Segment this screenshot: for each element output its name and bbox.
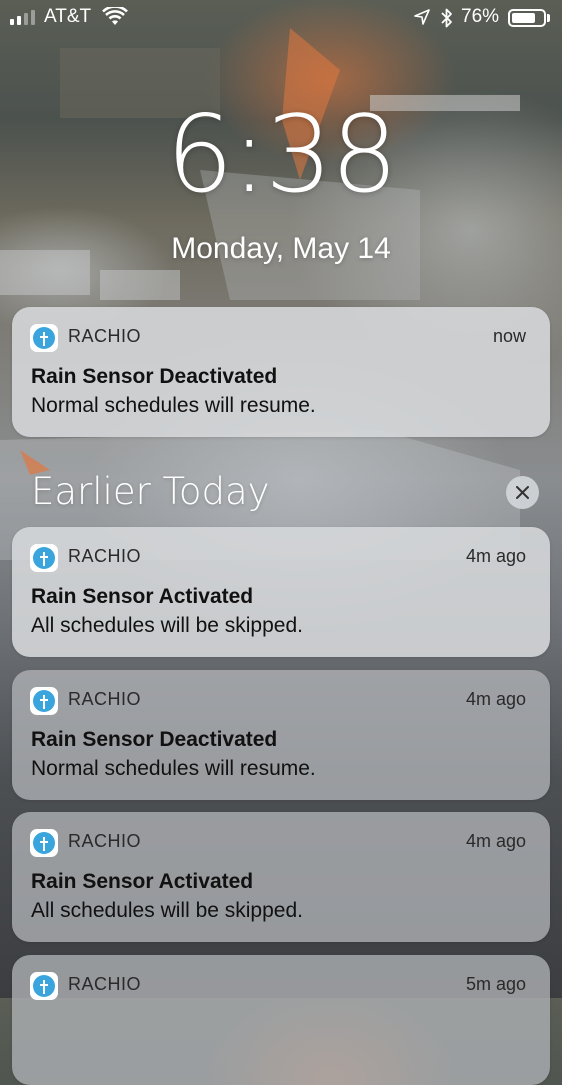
rachio-app-icon <box>30 829 58 857</box>
rachio-app-icon <box>30 544 58 572</box>
notification-app-name: RACHIO <box>68 326 142 346</box>
notification-card[interactable]: RACHIO now Rain Sensor Deactivated Norma… <box>12 307 550 437</box>
notification-app-name: RACHIO <box>68 546 142 566</box>
notification-app-name: RACHIO <box>68 974 142 994</box>
close-icon <box>516 486 529 499</box>
notification-title: Rain Sensor Deactivated <box>31 728 278 751</box>
lock-screen-clock: 6:38 <box>165 93 398 216</box>
cellular-signal-icon <box>10 9 35 25</box>
notification-card[interactable]: RACHIO 4m ago Rain Sensor Activated All … <box>12 527 550 657</box>
notification-title: Rain Sensor Activated <box>31 585 254 608</box>
bluetooth-icon <box>441 8 452 28</box>
notification-body: All schedules will be skipped. <box>31 899 303 922</box>
rachio-app-icon <box>30 687 58 715</box>
carrier-name: AT&T <box>44 6 92 27</box>
battery-percent: 76% <box>461 6 500 27</box>
notification-time: 4m ago <box>465 689 526 709</box>
notification-app-name: RACHIO <box>68 689 142 709</box>
notification-time: 5m ago <box>465 974 526 994</box>
notification-body: All schedules will be skipped. <box>31 614 303 637</box>
notification-title: Rain Sensor Activated <box>31 870 254 893</box>
location-arrow-icon <box>414 9 430 25</box>
notification-card[interactable]: RACHIO 4m ago Rain Sensor Deactivated No… <box>12 670 550 800</box>
notification-title: Rain Sensor Deactivated <box>31 365 278 388</box>
lock-screen-date: Monday, May 14 <box>171 232 391 265</box>
rachio-app-icon <box>30 324 58 352</box>
section-header-earlier-today: Earlier Today <box>31 470 270 513</box>
notification-card[interactable]: RACHIO 5m ago <box>12 955 550 1085</box>
notification-time: now <box>492 326 526 346</box>
notification-time: 4m ago <box>465 546 526 566</box>
notification-body: Normal schedules will resume. <box>31 757 316 780</box>
notification-card[interactable]: RACHIO 4m ago Rain Sensor Activated All … <box>12 812 550 942</box>
clear-notifications-button[interactable] <box>506 476 539 509</box>
wifi-icon <box>102 7 128 25</box>
status-bar: AT&T 76% <box>0 0 562 36</box>
battery-nub <box>547 14 550 22</box>
notification-app-name: RACHIO <box>68 831 142 851</box>
notification-time: 4m ago <box>465 831 526 851</box>
rachio-app-icon <box>30 972 58 1000</box>
battery-icon <box>508 9 546 27</box>
notification-body: Normal schedules will resume. <box>31 394 316 417</box>
